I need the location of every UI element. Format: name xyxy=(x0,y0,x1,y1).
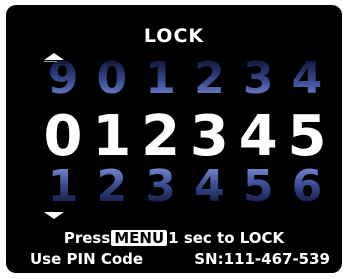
lock-screen: LOCK 9 0 1 2 3 4 0 1 2 3 4 5 1 2 3 4 5 6… xyxy=(6,5,342,273)
digit-below-2: 2 xyxy=(96,161,128,212)
pin-digit-row: 0 1 2 3 4 5 xyxy=(40,109,330,165)
digit-below-1: 1 xyxy=(47,161,79,212)
menu-key-label: MENU xyxy=(111,230,168,246)
digit-above-1: 9 xyxy=(47,53,79,104)
digit-below-6: 6 xyxy=(291,161,323,212)
lock-instruction: Press MENU 1 sec to LOCK xyxy=(6,229,342,247)
pin-digit-2[interactable]: 1 xyxy=(89,109,135,165)
digit-above-6: 4 xyxy=(291,53,323,104)
pin-digit-1[interactable]: 0 xyxy=(40,109,86,165)
pin-digit-3[interactable]: 2 xyxy=(138,109,184,165)
digit-above-5: 3 xyxy=(242,53,274,104)
digit-above-4: 2 xyxy=(194,53,225,104)
pin-digit-4[interactable]: 3 xyxy=(186,109,232,165)
screen-title: LOCK xyxy=(143,25,205,47)
digit-row-above: 9 0 1 2 3 4 xyxy=(40,57,330,101)
chevron-down-icon[interactable] xyxy=(44,212,64,219)
pin-code-hint: Use PIN Code xyxy=(30,250,144,268)
pin-digit-6[interactable]: 5 xyxy=(284,109,330,165)
digit-above-3: 1 xyxy=(145,53,176,104)
digit-below-4: 4 xyxy=(194,161,225,212)
instruction-suffix: 1 sec to LOCK xyxy=(168,229,285,247)
pin-digit-5[interactable]: 4 xyxy=(235,109,281,165)
footer: Use PIN Code SN:111-467-539 xyxy=(30,250,330,268)
instruction-prefix: Press xyxy=(63,229,111,247)
digit-below-5: 5 xyxy=(242,161,274,212)
digit-below-3: 3 xyxy=(145,161,176,212)
serial-number: SN:111-467-539 xyxy=(194,250,330,268)
digit-above-2: 0 xyxy=(96,53,128,104)
digit-row-below: 1 2 3 4 5 6 xyxy=(40,165,330,209)
